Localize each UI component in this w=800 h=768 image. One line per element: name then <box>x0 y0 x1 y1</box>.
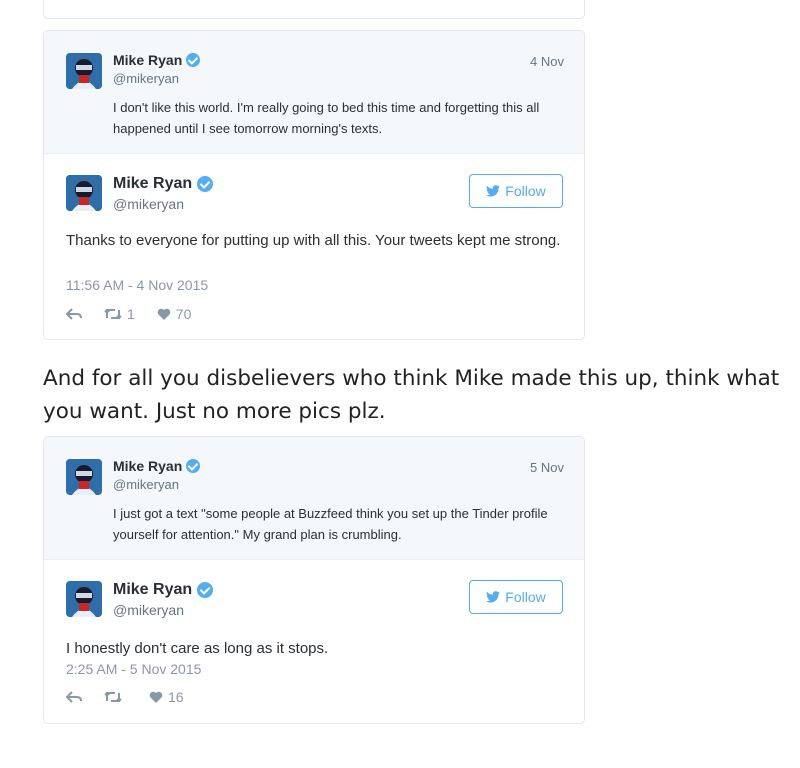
reply-button[interactable] <box>66 308 82 320</box>
previous-tweet-embed <box>43 0 585 19</box>
twitter-bird-icon <box>486 185 501 197</box>
tweet-timestamp[interactable]: 11:56 AM - 4 Nov 2015 <box>66 277 208 293</box>
twitter-bird-icon <box>486 591 501 603</box>
quoted-tweet[interactable]: Mike Ryan @mikeryan 4 Nov I don't like t… <box>44 31 584 154</box>
quoted-tweet-text: I just got a text "some people at Buzzfe… <box>113 506 548 542</box>
retweet-button[interactable]: 1 <box>104 306 135 322</box>
quoted-tweet-text: I don't like this world. I'm really goin… <box>113 100 540 136</box>
follow-label: Follow <box>505 589 546 605</box>
verified-badge-icon <box>186 459 201 473</box>
author-handle[interactable]: @mikeryan <box>113 196 184 212</box>
author-handle[interactable]: @mikeryan <box>113 71 179 86</box>
avatar[interactable] <box>66 175 102 211</box>
author-name[interactable]: Mike Ryan <box>113 458 201 474</box>
follow-button[interactable]: Follow <box>469 174 563 208</box>
retweet-icon <box>104 308 122 320</box>
tweet-actions: 16 <box>66 689 184 705</box>
author-handle[interactable]: @mikeryan <box>113 602 184 618</box>
author-name[interactable]: Mike Ryan <box>113 175 214 193</box>
verified-badge-icon <box>197 176 214 192</box>
verified-badge-icon <box>197 582 214 598</box>
article-paragraph: And for all you disbelievers who think M… <box>43 366 780 424</box>
quoted-tweet[interactable]: Mike Ryan @mikeryan 5 Nov I just got a t… <box>44 437 584 560</box>
retweet-icon <box>104 691 122 703</box>
tweet-actions: 1 70 <box>66 306 191 322</box>
tweet-timestamp[interactable]: 2:25 AM - 5 Nov 2015 <box>66 661 201 677</box>
avatar[interactable] <box>66 581 102 617</box>
tweet-text: Thanks to everyone for putting up with a… <box>66 232 561 249</box>
author-name[interactable]: Mike Ryan <box>113 52 201 68</box>
like-button[interactable]: 70 <box>157 306 192 322</box>
heart-icon <box>157 308 171 320</box>
follow-button[interactable]: Follow <box>469 580 563 614</box>
reply-icon <box>66 308 82 320</box>
avatar[interactable] <box>66 53 102 89</box>
avatar[interactable] <box>66 459 102 495</box>
tweet-text: I honestly don't care as long as it stop… <box>66 640 329 657</box>
verified-badge-icon <box>186 53 201 67</box>
like-count: 16 <box>168 689 184 705</box>
reply-icon <box>66 691 82 703</box>
retweet-count: 1 <box>127 306 135 322</box>
reply-button[interactable] <box>66 691 82 703</box>
retweet-button[interactable] <box>104 691 127 703</box>
tweet-embed: Mike Ryan @mikeryan 4 Nov I don't like t… <box>43 30 585 340</box>
like-button[interactable]: 16 <box>149 689 184 705</box>
tweet-date[interactable]: 5 Nov <box>530 460 564 475</box>
like-count: 70 <box>175 306 192 322</box>
heart-icon <box>149 691 163 703</box>
author-name[interactable]: Mike Ryan <box>113 581 214 599</box>
follow-label: Follow <box>505 183 546 199</box>
author-handle[interactable]: @mikeryan <box>113 477 179 492</box>
tweet-embed: Mike Ryan @mikeryan 5 Nov I just got a t… <box>43 436 585 724</box>
tweet-date[interactable]: 4 Nov <box>530 54 564 69</box>
